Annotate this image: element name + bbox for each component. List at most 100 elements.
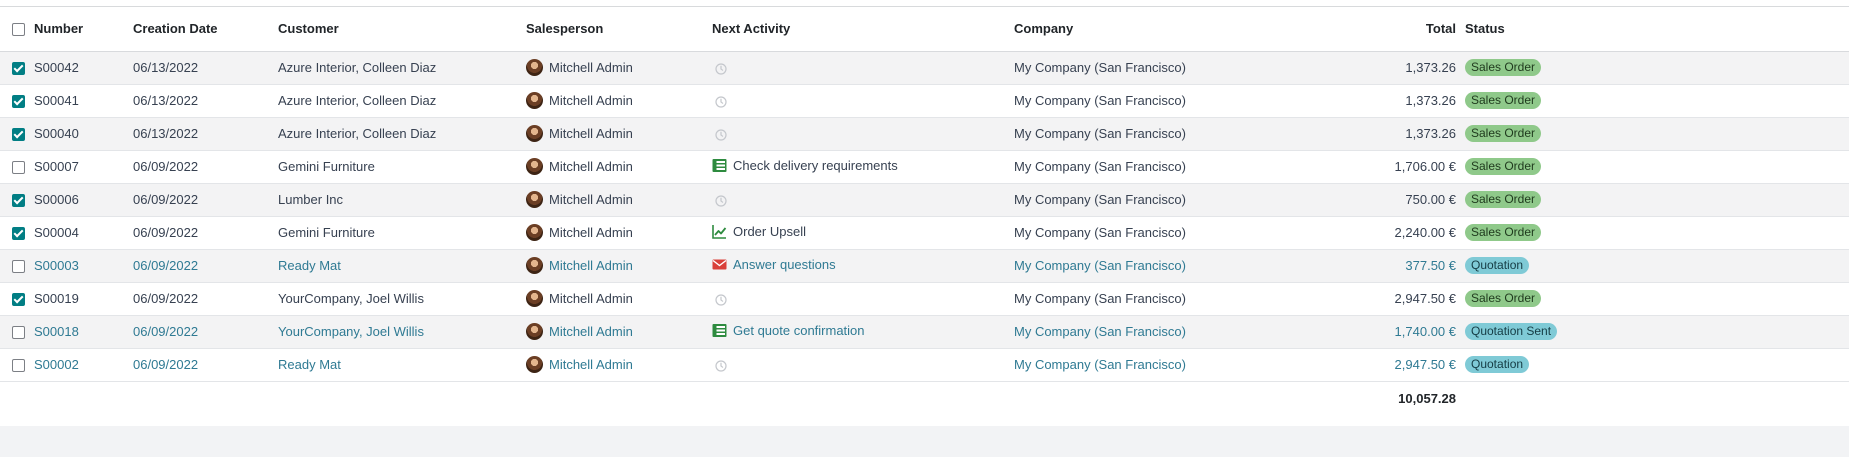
company-name: My Company (San Francisco) (1014, 126, 1186, 141)
activity-button[interactable]: Answer questions (712, 257, 836, 272)
row-checkbox[interactable] (12, 293, 25, 307)
column-header-creation-date[interactable]: Creation Date (129, 7, 278, 51)
table-row[interactable]: S00041 06/13/2022 Azure Interior, Colleen … (0, 84, 1849, 117)
row-checkbox[interactable] (12, 260, 25, 274)
column-header-company[interactable]: Company (1014, 7, 1312, 51)
next-activity-cell: Check delivery requirements (712, 150, 1014, 183)
company-name: My Company (San Francisco) (1014, 324, 1186, 339)
customer-name: YourCompany, Joel Willis (278, 291, 424, 306)
order-number[interactable]: S00002 (30, 348, 129, 381)
salesperson-cell: Mitchell Admin (526, 282, 712, 315)
clock-icon[interactable] (715, 359, 727, 372)
row-select-cell (0, 282, 30, 315)
chart-line-icon (712, 224, 727, 239)
column-header-number[interactable]: Number (30, 7, 129, 51)
activity-button[interactable]: Order Upsell (712, 224, 806, 239)
clock-icon[interactable] (715, 128, 727, 141)
order-number[interactable]: S00041 (30, 84, 129, 117)
customer-name: Gemini Furniture (278, 159, 375, 174)
row-select-cell (0, 84, 30, 117)
table-row[interactable]: S00004 06/09/2022 Gemini Furniture Mitchell… (0, 216, 1849, 249)
row-checkbox[interactable] (12, 194, 25, 208)
avatar[interactable] (526, 59, 543, 77)
order-total: 2,947.50 € (1394, 291, 1456, 306)
activity-label: Check delivery requirements (733, 157, 898, 173)
column-header-next-activity[interactable]: Next Activity (712, 7, 1014, 51)
row-select-cell (0, 117, 30, 150)
avatar[interactable] (526, 92, 543, 110)
select-all-checkbox[interactable] (12, 23, 25, 37)
order-total: 2,947.50 € (1394, 357, 1456, 372)
avatar[interactable] (526, 224, 543, 242)
select-all-cell (0, 7, 30, 51)
order-total: 1,373.26 (1405, 126, 1456, 141)
salesperson-cell: Mitchell Admin (526, 117, 712, 150)
salesperson-name: Mitchell Admin (549, 357, 633, 373)
avatar[interactable] (526, 356, 543, 374)
order-number[interactable]: S00007 (30, 150, 129, 183)
avatar[interactable] (526, 290, 543, 308)
clock-icon[interactable] (715, 62, 727, 75)
table-row[interactable]: S00018 06/09/2022 YourCompany, Joel Willis… (0, 315, 1849, 348)
order-number[interactable]: S00004 (30, 216, 129, 249)
next-activity-cell: Get quote confirmation (712, 315, 1014, 348)
status-badge: Sales Order (1465, 125, 1542, 142)
row-checkbox[interactable] (12, 161, 25, 175)
row-checkbox[interactable] (12, 62, 25, 76)
column-header-salesperson[interactable]: Salesperson (526, 7, 712, 51)
table-row[interactable]: S00007 06/09/2022 Gemini Furniture Mitchell… (0, 150, 1849, 183)
customer-name: Azure Interior, Colleen Diaz (278, 93, 437, 108)
status-cell: Sales Order (1463, 84, 1849, 117)
creation-date: 06/09/2022 (133, 324, 199, 339)
creation-date: 06/13/2022 (133, 60, 199, 75)
column-header-status[interactable]: Status (1463, 7, 1849, 51)
avatar[interactable] (526, 323, 543, 341)
salesperson-name: Mitchell Admin (549, 291, 633, 307)
clock-icon[interactable] (715, 194, 727, 207)
row-checkbox[interactable] (12, 128, 25, 142)
order-number[interactable]: S00042 (30, 51, 129, 84)
status-badge: Sales Order (1465, 290, 1542, 307)
avatar[interactable] (526, 257, 543, 275)
company-name: My Company (San Francisco) (1014, 192, 1186, 207)
activity-button[interactable]: Check delivery requirements (712, 158, 898, 173)
row-checkbox[interactable] (12, 326, 25, 340)
table-row[interactable]: S00042 06/13/2022 Azure Interior, Colleen … (0, 51, 1849, 84)
avatar[interactable] (526, 191, 543, 209)
column-header-total[interactable]: Total (1312, 7, 1463, 51)
row-checkbox[interactable] (12, 95, 25, 109)
avatar[interactable] (526, 125, 543, 143)
order-total: 1,740.00 € (1394, 324, 1456, 339)
creation-date: 06/09/2022 (133, 291, 199, 306)
order-number[interactable]: S00003 (30, 249, 129, 282)
order-total: 1,373.26 (1405, 60, 1456, 75)
order-total: 2,240.00 € (1394, 225, 1456, 240)
order-number[interactable]: S00040 (30, 117, 129, 150)
activity-label: Order Upsell (733, 223, 806, 239)
table-row[interactable]: S00003 06/09/2022 Ready Mat Mitchell Admin A… (0, 249, 1849, 282)
row-checkbox[interactable] (12, 359, 25, 373)
salesperson-name: Mitchell Admin (549, 159, 633, 175)
salesperson-cell: Mitchell Admin (526, 51, 712, 84)
avatar[interactable] (526, 158, 543, 176)
table-row[interactable]: S00019 06/09/2022 YourCompany, Joel Willis… (0, 282, 1849, 315)
table-row[interactable]: S00002 06/09/2022 Ready Mat Mitchell Admin M… (0, 348, 1849, 381)
next-activity-cell (712, 84, 1014, 117)
clock-icon[interactable] (715, 95, 727, 108)
row-select-cell (0, 249, 30, 282)
activity-button[interactable]: Get quote confirmation (712, 323, 865, 338)
column-header-customer[interactable]: Customer (278, 7, 526, 51)
order-total: 750.00 € (1405, 192, 1456, 207)
row-checkbox[interactable] (12, 227, 25, 241)
order-total: 1,706.00 € (1394, 159, 1456, 174)
order-number[interactable]: S00006 (30, 183, 129, 216)
salesperson-cell: Mitchell Admin (526, 84, 712, 117)
table-row[interactable]: S00040 06/13/2022 Azure Interior, Colleen … (0, 117, 1849, 150)
company-name: My Company (San Francisco) (1014, 258, 1186, 273)
row-select-cell (0, 315, 30, 348)
order-number[interactable]: S00019 (30, 282, 129, 315)
table-row[interactable]: S00006 06/09/2022 Lumber Inc Mitchell Admin… (0, 183, 1849, 216)
clock-icon[interactable] (715, 293, 727, 306)
customer-name: Azure Interior, Colleen Diaz (278, 60, 437, 75)
order-number[interactable]: S00018 (30, 315, 129, 348)
